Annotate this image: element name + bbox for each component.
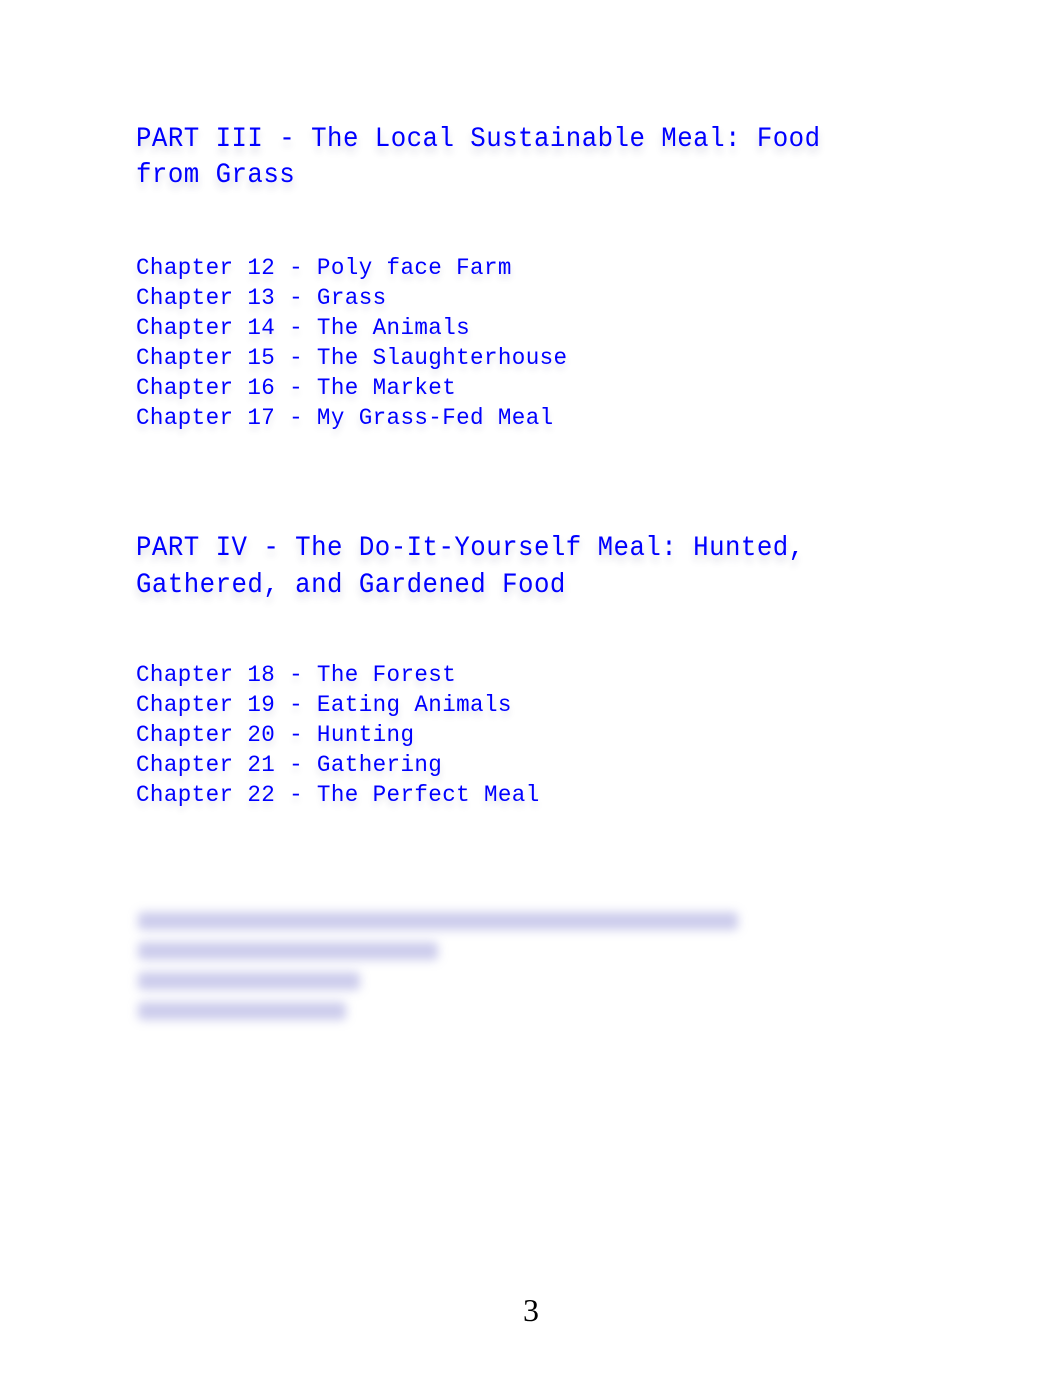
chapter-item: Chapter 12 - Poly face Farm — [136, 255, 512, 281]
chapter-item: Chapter 15 - The Slaughterhouse — [136, 345, 568, 371]
document-page: PART III - The Local Sustainable Meal: F… — [0, 0, 1062, 1376]
blurred-text-block — [138, 912, 738, 1032]
blurred-line — [138, 1002, 346, 1020]
chapter-item: Chapter 22 - The Perfect Meal — [136, 782, 540, 808]
page-number: 3 — [523, 1292, 539, 1328]
chapter-item: Chapter 19 - Eating Animals — [136, 692, 512, 718]
chapter-item: Chapter 16 - The Market — [136, 375, 457, 401]
chapter-item: Chapter 21 - Gathering — [136, 752, 443, 778]
part-iv-title: PART IV - The Do-It-Yourself Meal: Hunte… — [136, 533, 805, 601]
part-iii-chapter-list: Chapter 12 - Poly face Farm Chapter 13 -… — [136, 253, 576, 433]
blurred-line — [138, 942, 438, 960]
chapter-item: Chapter 17 - My Grass-Fed Meal — [136, 405, 554, 431]
part-iv-chapter-list: Chapter 18 - The Forest Chapter 19 - Eat… — [136, 660, 548, 810]
part-iii-title: PART III - The Local Sustainable Meal: F… — [136, 124, 821, 191]
blurred-line — [138, 972, 360, 990]
chapter-item: Chapter 20 - Hunting — [136, 722, 415, 748]
chapter-item: Chapter 13 - Grass — [136, 285, 387, 311]
blurred-line — [138, 912, 738, 930]
chapter-item: Chapter 14 - The Animals — [136, 315, 471, 341]
chapter-item: Chapter 18 - The Forest — [136, 662, 457, 688]
